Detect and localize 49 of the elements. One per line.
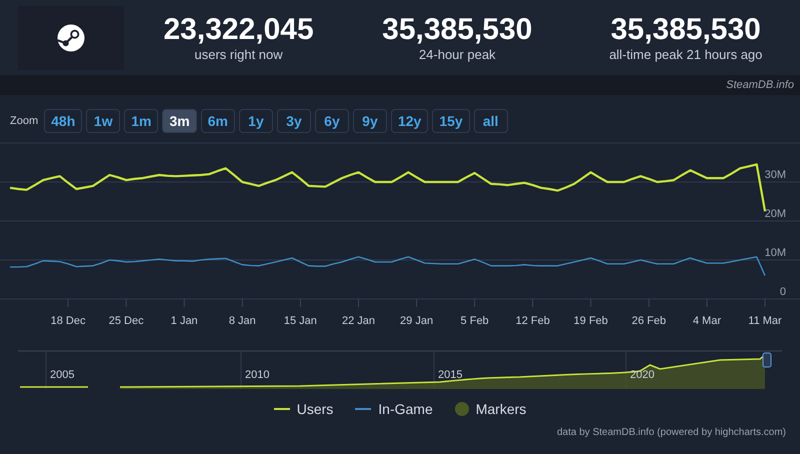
zoom-button[interactable]: 9y	[352, 109, 387, 133]
legend-line-icon	[274, 408, 290, 410]
x-axis-label: 22 Jan	[342, 315, 375, 327]
navigator-handle[interactable]	[762, 352, 772, 368]
zoom-button[interactable]: 1y	[238, 109, 273, 133]
x-axis-label: 26 Feb	[632, 315, 666, 327]
x-axis-label: 29 Jan	[400, 315, 434, 327]
year-label: 2005	[50, 369, 74, 381]
zoom-button[interactable]: 3y	[276, 109, 311, 133]
stat-value: 23,322,045	[164, 13, 314, 47]
zoom-button[interactable]: 6m	[200, 109, 235, 133]
y-axis-label: 0	[780, 286, 786, 298]
zoom-button[interactable]: 15y	[432, 109, 470, 133]
legend-label[interactable]: In-Game	[378, 401, 433, 417]
x-axis-label: 18 Dec	[50, 315, 86, 327]
zoom-button[interactable]: 1w	[86, 109, 120, 133]
x-axis-label: 8 Jan	[228, 315, 256, 327]
chart-credit: data by SteamDB.info (powered by highcharts.com)	[557, 427, 786, 438]
stat-value: 35,385,530	[610, 13, 761, 47]
stat-label: 24-hour peak	[418, 47, 496, 62]
legend-label[interactable]: Users	[296, 401, 334, 417]
y-axis-label: 30M	[764, 169, 786, 181]
steam-logo-icon	[56, 22, 86, 52]
zoom-button[interactable]: all	[474, 109, 508, 133]
site-credit: SteamDB.info	[726, 79, 794, 91]
year-label: 2015	[438, 369, 462, 381]
x-axis-label: 1 Jan	[170, 315, 198, 327]
year-label: 2020	[630, 369, 654, 381]
x-axis-label: 19 Feb	[574, 315, 608, 327]
zoom-button[interactable]: 1m	[124, 109, 158, 133]
x-axis-label: 4 Mar	[692, 315, 721, 327]
x-axis-label: 25 Dec	[108, 315, 144, 327]
zoom-label: Zoom	[10, 115, 38, 127]
x-axis-label: 12 Feb	[516, 315, 550, 327]
stat-value: 35,385,530	[382, 13, 532, 47]
legend-line-icon	[355, 408, 372, 410]
zoom-button[interactable]: 6y	[314, 109, 349, 133]
stat-label: all-time peak 21 hours ago	[609, 47, 762, 62]
year-label: 2010	[245, 369, 270, 381]
x-axis-label: 5 Feb	[460, 315, 489, 327]
zoom-button[interactable]: 3m	[162, 109, 197, 133]
y-axis-label: 20M	[764, 208, 786, 220]
y-axis-label: 10M	[764, 247, 786, 259]
zoom-button[interactable]: 48h	[44, 109, 82, 133]
legend-label[interactable]: Markers	[476, 401, 526, 417]
x-axis-label: 11 Mar	[748, 315, 782, 327]
zoom-button[interactable]: 12y	[390, 109, 428, 133]
stat-label: users right now	[194, 47, 283, 62]
x-axis-label: 15 Jan	[284, 315, 317, 327]
